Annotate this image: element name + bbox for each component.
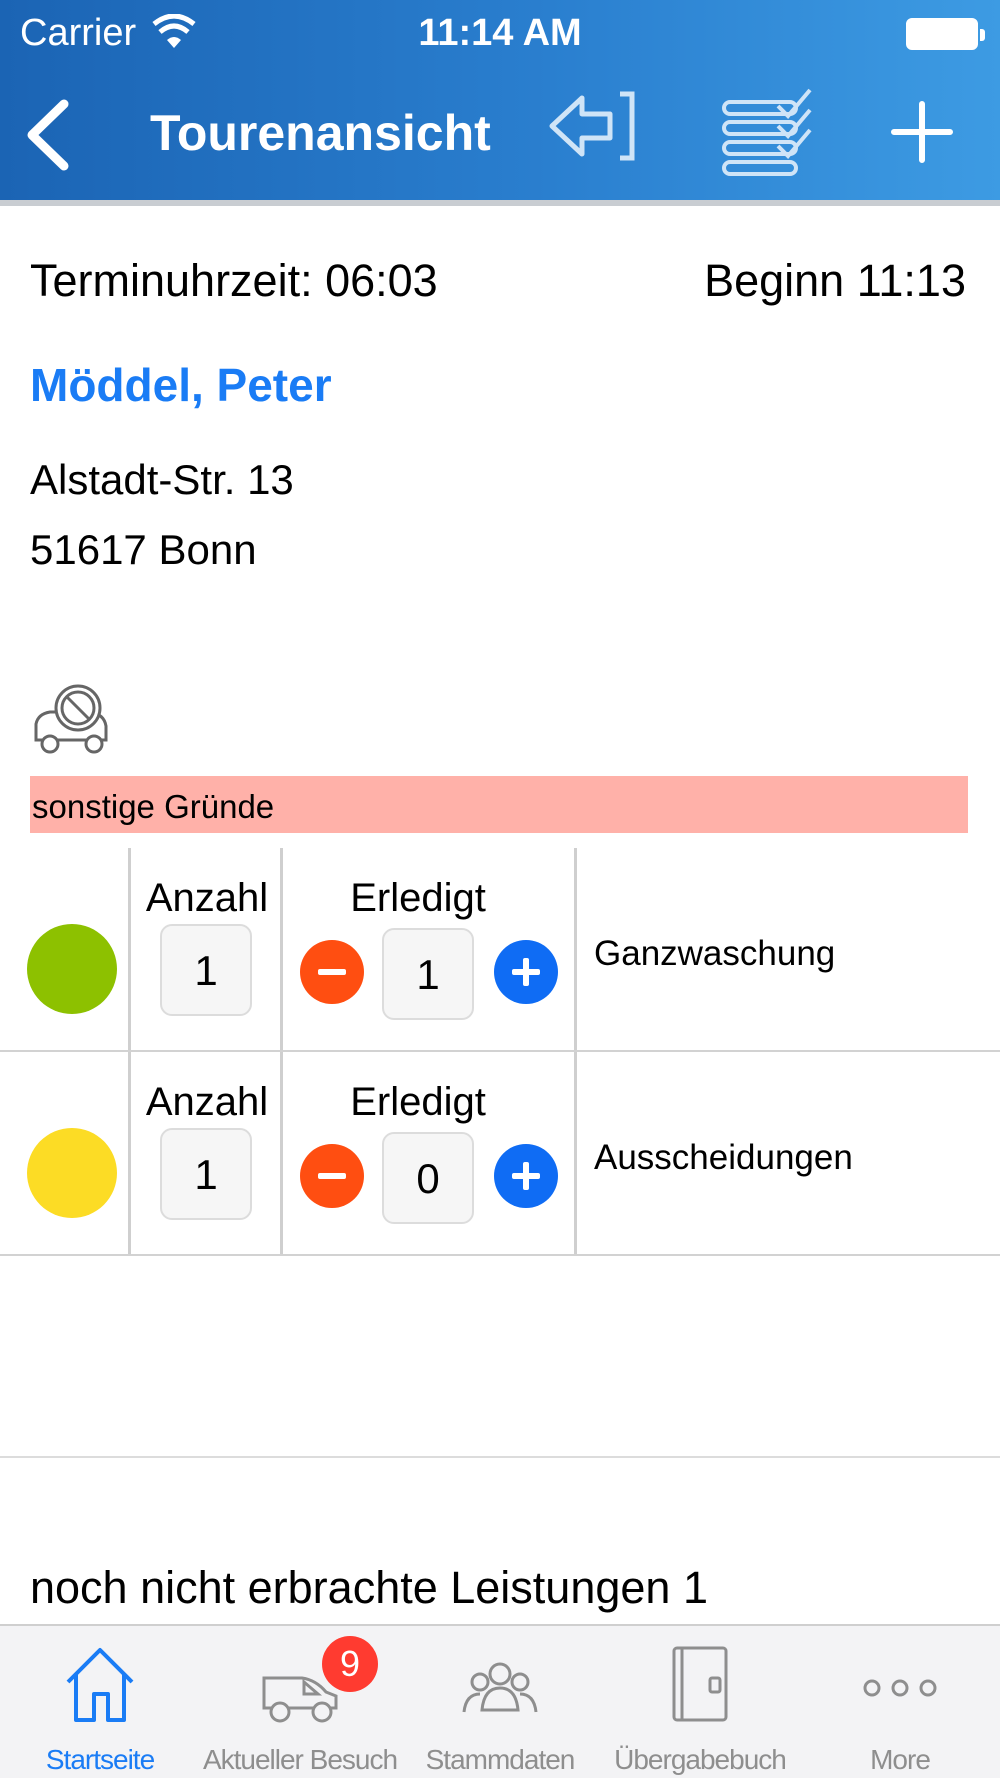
column-divider xyxy=(128,1052,131,1254)
service-name: Ausscheidungen xyxy=(594,1138,853,1177)
service-row: Anzahl 1 Erledigt 1 Ganzwaschung xyxy=(0,848,1000,1052)
status-time: 11:14 AM xyxy=(418,12,582,54)
address-street: Alstadt-Str. 13 xyxy=(30,456,294,503)
status-dot-yellow xyxy=(27,1128,117,1218)
back-chevron-icon[interactable] xyxy=(20,98,80,172)
address-city: 51617 Bonn xyxy=(30,526,257,573)
tab-stammdaten[interactable]: Stammdaten xyxy=(400,1626,600,1778)
book-icon xyxy=(672,1646,728,1722)
patient-name-link[interactable]: Möddel, Peter xyxy=(30,358,332,412)
erledigt-label: Erledigt xyxy=(350,876,486,920)
more-icon xyxy=(863,1679,937,1697)
add-icon[interactable] xyxy=(890,100,954,164)
anzahl-label: Anzahl xyxy=(145,876,269,920)
status-dot-green xyxy=(27,924,117,1014)
erledigt-label: Erledigt xyxy=(350,1080,486,1124)
tab-label: Startseite xyxy=(45,1744,155,1775)
page-title: Tourenansicht xyxy=(150,105,491,161)
anzahl-field[interactable]: 1 xyxy=(160,1128,252,1220)
list-divider xyxy=(0,1456,1000,1458)
notification-badge: 9 xyxy=(322,1636,378,1692)
people-icon xyxy=(462,1662,538,1713)
tab-more[interactable]: More xyxy=(800,1626,1000,1778)
erledigt-field[interactable]: 1 xyxy=(382,928,474,1020)
appointment-time: Terminuhrzeit: 06:03 xyxy=(30,255,438,306)
increment-button[interactable] xyxy=(494,1144,558,1208)
logout-arrow-icon[interactable] xyxy=(548,88,638,164)
tab-uebergabebuch[interactable]: Übergabebuch xyxy=(600,1626,800,1778)
decrement-button[interactable] xyxy=(300,1144,364,1208)
pending-services-text: noch nicht erbrachte Leistungen 1 xyxy=(30,1562,708,1613)
service-row: Anzahl 1 Erledigt 0 Ausscheidungen xyxy=(0,1052,1000,1256)
anzahl-field[interactable]: 1 xyxy=(160,924,252,1016)
reason-text: sonstige Gründe xyxy=(32,788,275,825)
navigation-header: Carrier 11:14 AM Tourenansicht xyxy=(0,0,1000,200)
column-divider xyxy=(128,848,131,1050)
tab-startseite[interactable]: Startseite xyxy=(0,1626,200,1778)
anzahl-label: Anzahl xyxy=(145,1080,269,1124)
battery-icon xyxy=(906,18,985,50)
tab-label: Aktueller Besuch xyxy=(202,1744,398,1775)
tab-label: Stammdaten xyxy=(425,1744,576,1775)
service-name: Ganzwaschung xyxy=(594,934,836,973)
car-cancelled-icon xyxy=(34,684,108,754)
reason-banner: sonstige Gründe xyxy=(30,776,968,833)
tab-label: More xyxy=(870,1744,931,1775)
erledigt-field[interactable]: 0 xyxy=(382,1132,474,1224)
header-divider xyxy=(0,200,1000,206)
increment-button[interactable] xyxy=(494,940,558,1004)
checklist-icon[interactable] xyxy=(718,88,818,178)
home-icon xyxy=(66,1648,134,1722)
decrement-button[interactable] xyxy=(300,940,364,1004)
column-divider xyxy=(574,848,577,1050)
column-divider xyxy=(574,1052,577,1254)
start-time: Beginn 11:13 xyxy=(704,255,966,306)
tab-label: Übergabebuch xyxy=(614,1744,787,1775)
tab-bar: Startseite Aktueller Besuch Stammdaten Ü… xyxy=(0,1624,1000,1778)
